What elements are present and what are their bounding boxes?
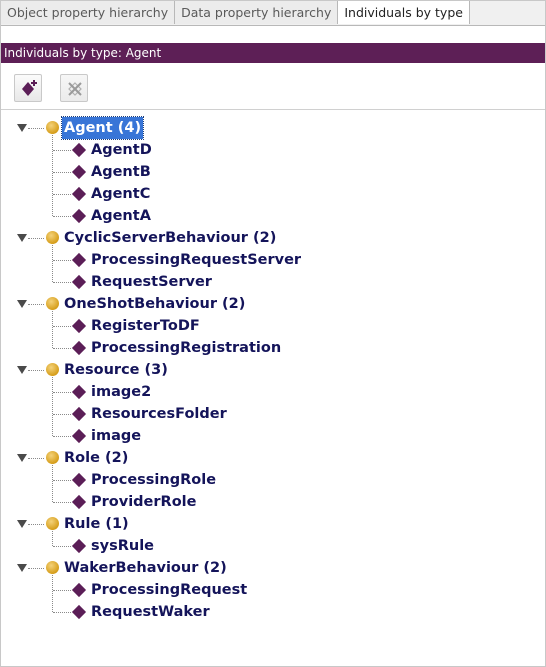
expand-toggle-icon[interactable] bbox=[17, 300, 27, 308]
class-icon bbox=[46, 297, 59, 310]
tree-connector bbox=[53, 502, 71, 503]
individual-icon bbox=[71, 340, 87, 356]
individual-label: image2 bbox=[91, 384, 152, 400]
tree-connector bbox=[52, 465, 53, 502]
individual-label: RegisterToDF bbox=[91, 318, 200, 334]
individuals-view-panel: Object property hierarchy Data property … bbox=[0, 0, 546, 667]
toolbar bbox=[1, 63, 545, 110]
tree-connector bbox=[52, 531, 53, 546]
view-tab-strip: Object property hierarchy Data property … bbox=[1, 1, 545, 26]
tree-connector bbox=[28, 128, 44, 129]
tree-connector bbox=[53, 414, 71, 415]
tree-connector bbox=[28, 370, 44, 371]
individual-icon bbox=[71, 208, 87, 224]
individual-icon bbox=[71, 186, 87, 202]
tree-connector bbox=[53, 612, 71, 613]
individual-icon bbox=[71, 428, 87, 444]
individual-label: ProcessingRequest bbox=[91, 582, 248, 598]
tree-connector bbox=[53, 348, 71, 349]
individual-icon bbox=[71, 142, 87, 158]
class-label: CyclicServerBehaviour (2) bbox=[64, 230, 277, 246]
view-title-bar: Individuals by type: Agent bbox=[1, 43, 545, 63]
class-label: WakerBehaviour (2) bbox=[64, 560, 227, 576]
individual-label: ProviderRole bbox=[91, 494, 197, 510]
class-label: Resource (3) bbox=[64, 362, 168, 378]
individual-label: RequestWaker bbox=[91, 604, 210, 620]
individual-icon bbox=[71, 538, 87, 554]
tree-connector bbox=[28, 238, 44, 239]
expand-toggle-icon[interactable] bbox=[17, 124, 27, 132]
class-label: OneShotBehaviour (2) bbox=[64, 296, 246, 312]
tree-connector bbox=[53, 216, 71, 217]
individual-icon bbox=[71, 582, 87, 598]
class-label: Agent (4) bbox=[60, 116, 145, 140]
class-icon bbox=[46, 231, 59, 244]
tree-connector bbox=[28, 524, 44, 525]
expand-toggle-icon[interactable] bbox=[17, 564, 27, 572]
tree-connector bbox=[53, 282, 71, 283]
individual-icon bbox=[71, 252, 87, 268]
tab-data-property-hierarchy[interactable]: Data property hierarchy bbox=[175, 1, 339, 24]
class-icon bbox=[46, 517, 59, 530]
individual-label: AgentB bbox=[91, 164, 151, 180]
tree-connector bbox=[53, 172, 71, 173]
tree-connector bbox=[52, 311, 53, 348]
class-icon bbox=[46, 561, 59, 574]
individual-icon bbox=[71, 164, 87, 180]
individual-label: ResourcesFolder bbox=[91, 406, 227, 422]
individual-icon bbox=[71, 494, 87, 510]
individual-icon bbox=[71, 318, 87, 334]
individual-label: sysRule bbox=[91, 538, 155, 554]
tree-connector bbox=[52, 245, 53, 282]
delete-individual-icon bbox=[68, 82, 82, 96]
expand-toggle-icon[interactable] bbox=[17, 234, 27, 242]
tree-connector bbox=[53, 260, 71, 261]
tree-connector bbox=[53, 392, 71, 393]
add-individual-button[interactable] bbox=[14, 74, 42, 102]
individual-icon bbox=[71, 472, 87, 488]
tree-connector bbox=[52, 575, 53, 612]
individual-label: image bbox=[91, 428, 142, 444]
individual-icon bbox=[71, 274, 87, 290]
expand-toggle-icon[interactable] bbox=[17, 520, 27, 528]
expand-toggle-icon[interactable] bbox=[17, 454, 27, 462]
individual-label: ProcessingRegistration bbox=[91, 340, 282, 356]
tree-connector bbox=[52, 377, 53, 436]
individual-label: AgentD bbox=[91, 142, 152, 158]
class-icon bbox=[46, 121, 59, 134]
individual-label: AgentA bbox=[91, 208, 151, 224]
tree-connector bbox=[53, 326, 71, 327]
view-title: Individuals by type: Agent bbox=[4, 46, 162, 60]
individual-icon bbox=[71, 604, 87, 620]
tree-connector bbox=[52, 135, 53, 216]
tree-connector bbox=[53, 546, 71, 547]
individual-label: RequestServer bbox=[91, 274, 212, 290]
individuals-tree: Agent (4) AgentD AgentB AgentC AgentA CyclicS… bbox=[1, 116, 545, 657]
tree-connector bbox=[28, 568, 44, 569]
expand-toggle-icon[interactable] bbox=[17, 366, 27, 374]
tree-connector bbox=[28, 458, 44, 459]
class-label: Rule (1) bbox=[64, 516, 129, 532]
tab-individuals-by-type[interactable]: Individuals by type bbox=[338, 1, 470, 24]
tree-connector bbox=[28, 304, 44, 305]
class-icon bbox=[46, 451, 59, 464]
tree-connector bbox=[53, 194, 71, 195]
add-individual-icon bbox=[22, 80, 37, 96]
individual-label: ProcessingRequestServer bbox=[91, 252, 302, 268]
class-icon bbox=[46, 363, 59, 376]
individual-icon bbox=[71, 406, 87, 422]
class-label: Role (2) bbox=[64, 450, 129, 466]
delete-individual-button[interactable] bbox=[60, 74, 88, 102]
individual-label: AgentC bbox=[91, 186, 151, 202]
tree-connector bbox=[53, 436, 71, 437]
tree-connector bbox=[53, 480, 71, 481]
tab-object-property-hierarchy[interactable]: Object property hierarchy bbox=[1, 1, 176, 24]
individual-icon bbox=[71, 384, 87, 400]
individual-label: ProcessingRole bbox=[91, 472, 217, 488]
tree-connector bbox=[53, 150, 71, 151]
tree-connector bbox=[53, 590, 71, 591]
